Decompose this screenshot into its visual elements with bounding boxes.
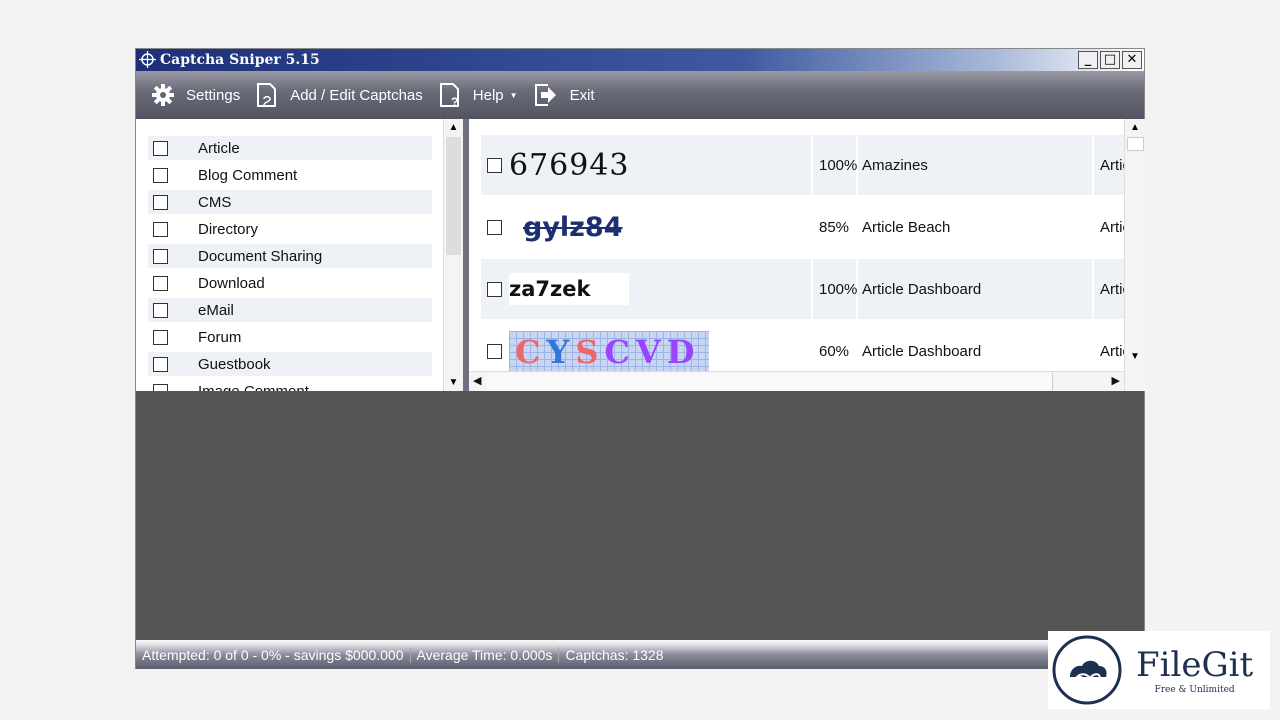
help-label: Help	[472, 86, 504, 104]
status-bar: Attempted: 0 of 0 - 0% - savings $000.00…	[136, 640, 1144, 669]
captcha-checkbox[interactable]	[486, 219, 502, 235]
add-edit-captchas-button[interactable]: Add / Edit Captchas	[256, 82, 423, 108]
category-scrollbar[interactable]: ▲ ▼	[443, 119, 463, 391]
captcha-row[interactable]: 676943 100% Amazines Artic	[481, 135, 1124, 195]
filegit-name: FileGit	[1136, 645, 1254, 685]
attempted-status: Attempted: 0 of 0 - 0% - savings $000.00…	[136, 646, 411, 663]
window-title: Captcha Sniper 5.15	[160, 52, 320, 68]
document-edit-icon	[257, 83, 277, 107]
captcha-grid: CYSCVD 60% Article Dashboard Artic za7ze…	[469, 119, 1145, 391]
category-checkbox[interactable]	[153, 140, 168, 156]
svg-text:?: ?	[451, 95, 458, 108]
captcha-count-status: Captchas: 1328	[565, 646, 664, 663]
filegit-tagline: Free & Unlimited	[1154, 685, 1235, 695]
category-label: Image Comment	[198, 382, 309, 392]
maximize-button[interactable]: □	[1100, 51, 1120, 69]
grid-vertical-scrollbar[interactable]: ▲ ▼	[1124, 119, 1145, 391]
category-checkbox[interactable]	[153, 329, 168, 345]
captcha-accuracy: 100%	[813, 135, 857, 195]
category-label: Document Sharing	[198, 247, 323, 265]
category-checkbox[interactable]	[153, 194, 168, 210]
category-item[interactable]: Directory	[148, 217, 432, 241]
category-item[interactable]: Image Comment	[148, 379, 432, 391]
category-item[interactable]: Download	[148, 271, 432, 295]
captcha-type: Artic	[1100, 218, 1124, 236]
category-item[interactable]: Article	[148, 136, 432, 160]
captcha-image: za7zek	[507, 259, 811, 319]
captcha-checkbox[interactable]	[486, 343, 502, 359]
captcha-type: Artic	[1094, 259, 1124, 319]
crosshair-logo-icon	[139, 51, 156, 68]
captcha-row[interactable]: gylz84 85% Article Beach Artic	[481, 197, 1124, 257]
gear-icon	[152, 84, 174, 106]
average-time-status: Average Time: 0.000s	[411, 646, 560, 663]
exit-icon	[534, 84, 556, 106]
category-item[interactable]: Blog Comment	[148, 163, 432, 187]
category-label: Directory	[198, 220, 259, 238]
help-document-icon: ?	[439, 83, 459, 108]
captcha-checkbox[interactable]	[486, 281, 502, 297]
category-label: CMS	[198, 193, 232, 211]
category-label: Article	[198, 139, 240, 157]
category-item[interactable]: Guestbook	[148, 352, 432, 376]
minimize-button[interactable]: _	[1078, 51, 1098, 69]
category-label: eMail	[198, 301, 234, 319]
settings-button[interactable]: Settings	[152, 84, 240, 106]
captcha-accuracy: 85%	[819, 218, 850, 236]
add-edit-label: Add / Edit Captchas	[290, 86, 423, 104]
category-item[interactable]: Forum	[148, 325, 432, 349]
toolbar: Settings Add / Edit Captchas ? Help ▼ Ex…	[136, 71, 1144, 119]
category-checkbox[interactable]	[153, 167, 168, 183]
exit-button[interactable]: Exit	[534, 83, 595, 107]
captcha-site-name: Amazines	[858, 135, 1092, 195]
captcha-type: Artic	[1094, 135, 1124, 195]
category-checkbox[interactable]	[153, 302, 168, 318]
settings-label: Settings	[186, 86, 241, 104]
category-checkbox[interactable]	[153, 383, 168, 391]
close-button[interactable]: ✕	[1122, 51, 1142, 69]
captcha-site-name: Article Dashboard	[858, 259, 1092, 319]
category-checkbox[interactable]	[153, 221, 168, 237]
exit-label: Exit	[569, 86, 595, 104]
filegit-watermark: FileGit Free & Unlimited	[1048, 631, 1270, 709]
category-item[interactable]: CMS	[148, 190, 432, 214]
title-bar: Captcha Sniper 5.15 _ □ ✕	[136, 49, 1144, 71]
dropdown-caret-icon: ▼	[509, 90, 518, 100]
category-item[interactable]: Document Sharing	[148, 244, 432, 268]
app-window: Captcha Sniper 5.15 _ □ ✕ Settings Add /…	[135, 48, 1145, 669]
captcha-image: gylz84	[523, 211, 623, 243]
captcha-site-name: Article Beach	[862, 218, 951, 236]
category-list: ▲ ▼ Article Blog Comment CMS Directory Docum…	[136, 119, 463, 391]
captcha-accuracy: 100%	[813, 259, 857, 319]
category-label: Blog Comment	[198, 166, 298, 184]
category-label: Download	[198, 274, 265, 292]
category-checkbox[interactable]	[153, 275, 168, 291]
captcha-checkbox[interactable]	[486, 157, 502, 173]
category-label: Guestbook	[198, 355, 271, 373]
category-label: Forum	[198, 328, 242, 346]
captcha-image: 676943	[507, 135, 811, 195]
grid-horizontal-scrollbar[interactable]: ◀ ▶	[469, 371, 1124, 391]
help-menu-button[interactable]: ? Help ▼	[439, 82, 518, 108]
category-item[interactable]: eMail	[148, 298, 432, 322]
captcha-row[interactable]: za7zek 100% Article Dashboard Artic	[481, 259, 1124, 319]
category-checkbox[interactable]	[153, 356, 168, 372]
category-checkbox[interactable]	[153, 248, 168, 264]
filegit-logo-icon	[1052, 635, 1122, 705]
